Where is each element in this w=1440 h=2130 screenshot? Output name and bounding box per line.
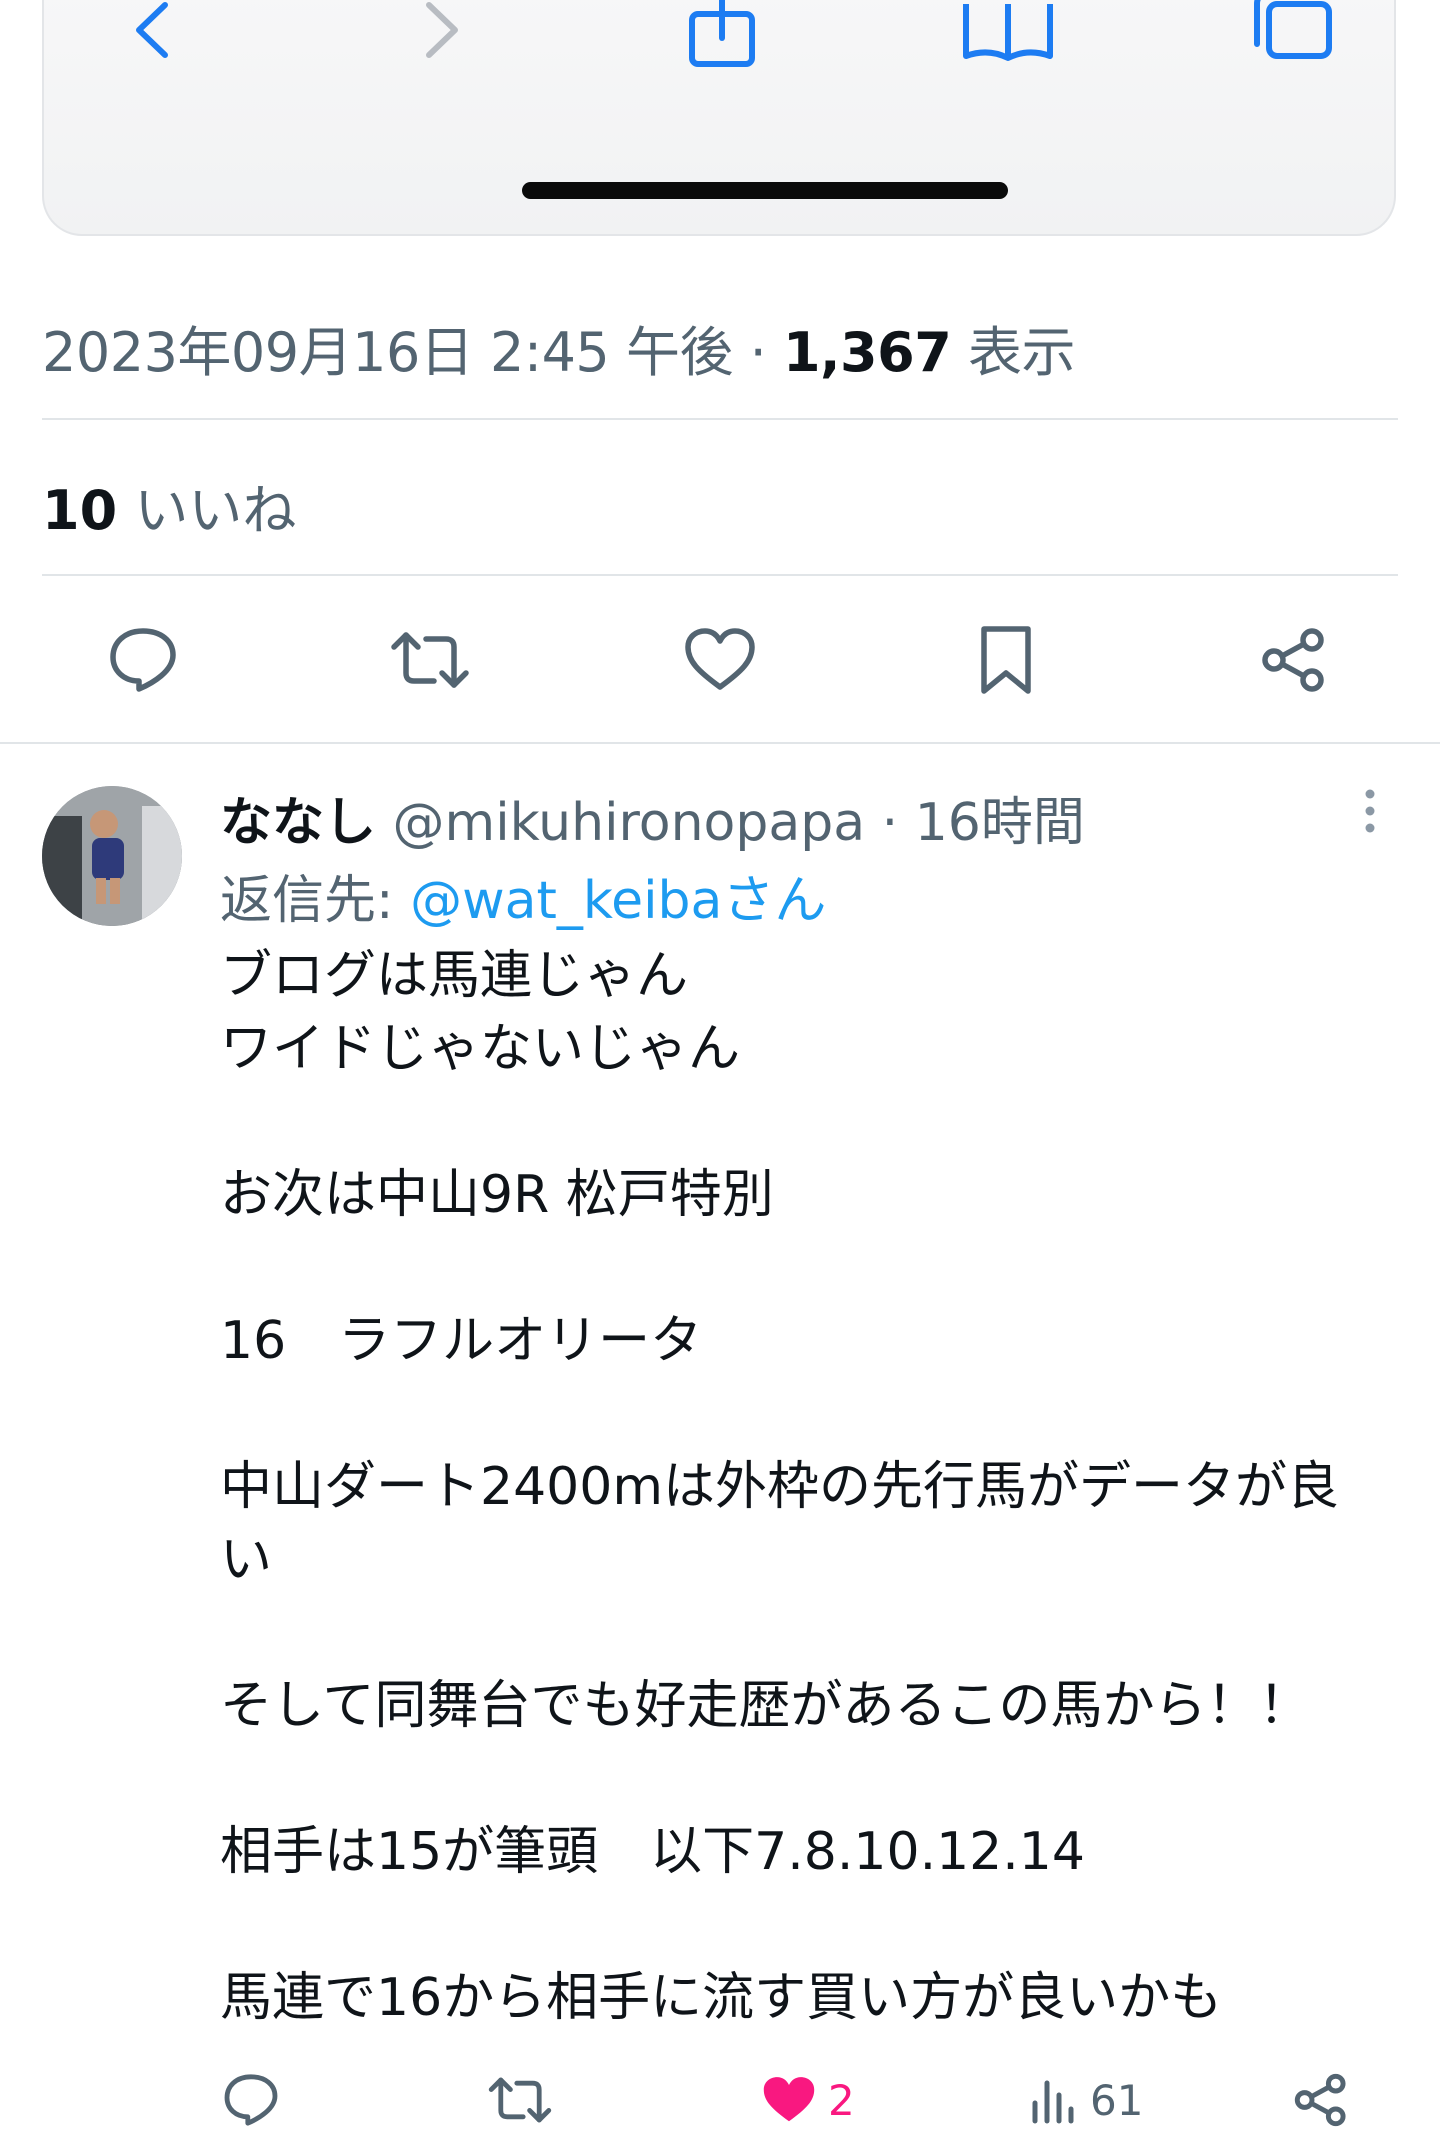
embedded-browser-screenshot xyxy=(42,0,1396,236)
reply-header: ななし @mikuhironopapa · 16時間 xyxy=(220,780,1085,855)
views-label: 表示 xyxy=(967,321,1076,384)
share-icon xyxy=(662,0,782,70)
reply-line: 16 ラフルオリータ xyxy=(220,1311,703,1371)
analytics-icon xyxy=(1030,2075,1076,2125)
divider xyxy=(42,418,1398,420)
views-count: 1,367 xyxy=(782,321,952,384)
reply-time[interactable]: 16時間 xyxy=(915,793,1085,853)
share-icon[interactable] xyxy=(1254,620,1334,700)
reply-line: ブログは馬連じゃん xyxy=(220,946,689,1006)
bookmarks-icon xyxy=(948,0,1068,70)
reply-line: お次は中山9R 松戸特別 xyxy=(220,1165,774,1225)
likes-count: 10 xyxy=(42,479,118,542)
share-button[interactable] xyxy=(1294,2070,1348,2130)
home-indicator xyxy=(522,182,1008,199)
user-handle[interactable]: @mikuhironopapa xyxy=(393,793,866,853)
divider xyxy=(42,574,1398,576)
reply-to-handle[interactable]: @wat_keibaさん xyxy=(410,871,826,931)
meta-separator: · xyxy=(881,793,899,853)
likes-label: いいね xyxy=(134,479,297,542)
reply-line: 中山ダート2400mは外枠の先行馬がデータが良い xyxy=(220,1457,1339,1590)
more-options-icon[interactable] xyxy=(1350,786,1390,836)
retweet-button[interactable] xyxy=(488,2070,552,2130)
reply-to-line: 返信先: @wat_keibaさん xyxy=(220,858,826,933)
tweet-timestamp[interactable]: 2023年09月16日 2:45 午後 xyxy=(42,321,733,384)
avatar[interactable] xyxy=(42,786,182,926)
meta-separator: · xyxy=(749,321,767,384)
divider xyxy=(0,742,1440,744)
display-name[interactable]: ななし xyxy=(220,793,376,853)
liked-heart-icon xyxy=(760,2074,818,2126)
bookmark-icon[interactable] xyxy=(966,620,1046,700)
share-icon xyxy=(1294,2073,1348,2127)
like-button[interactable]: 2 xyxy=(760,2070,855,2130)
reply-to-prefix: 返信先: xyxy=(220,871,394,931)
reply-line: そして同舞台でも好走歴があるこの馬から！！ xyxy=(220,1676,1311,1736)
tabs-icon xyxy=(1234,0,1354,70)
reply-line: 馬連で16から相手に流す買い方が良いかも xyxy=(220,1968,1223,2028)
reply-button[interactable] xyxy=(222,2070,280,2130)
like-icon[interactable] xyxy=(680,620,760,700)
likes-summary[interactable]: 10 いいね xyxy=(42,466,296,545)
tweet-meta: 2023年09月16日 2:45 午後 · 1,367 表示 xyxy=(42,308,1075,387)
retweet-icon xyxy=(488,2073,552,2127)
reply-line: 相手は15が筆頭 以下7.8.10.12.14 xyxy=(220,1822,1085,1882)
retweet-icon[interactable] xyxy=(390,620,470,700)
back-icon xyxy=(92,0,212,70)
reply-icon xyxy=(222,2072,280,2128)
forward-icon xyxy=(382,0,502,70)
reply-text: ブログは馬連じゃん ワイドじゃないじゃん お次は中山9R 松戸特別 16 ラフル… xyxy=(220,940,1390,2035)
like-count: 2 xyxy=(828,2075,855,2125)
views-button[interactable]: 61 xyxy=(1030,2070,1143,2130)
reply-icon[interactable] xyxy=(103,620,183,700)
views-count: 61 xyxy=(1090,2075,1144,2125)
reply-line: ワイドじゃないじゃん xyxy=(220,1019,741,1079)
